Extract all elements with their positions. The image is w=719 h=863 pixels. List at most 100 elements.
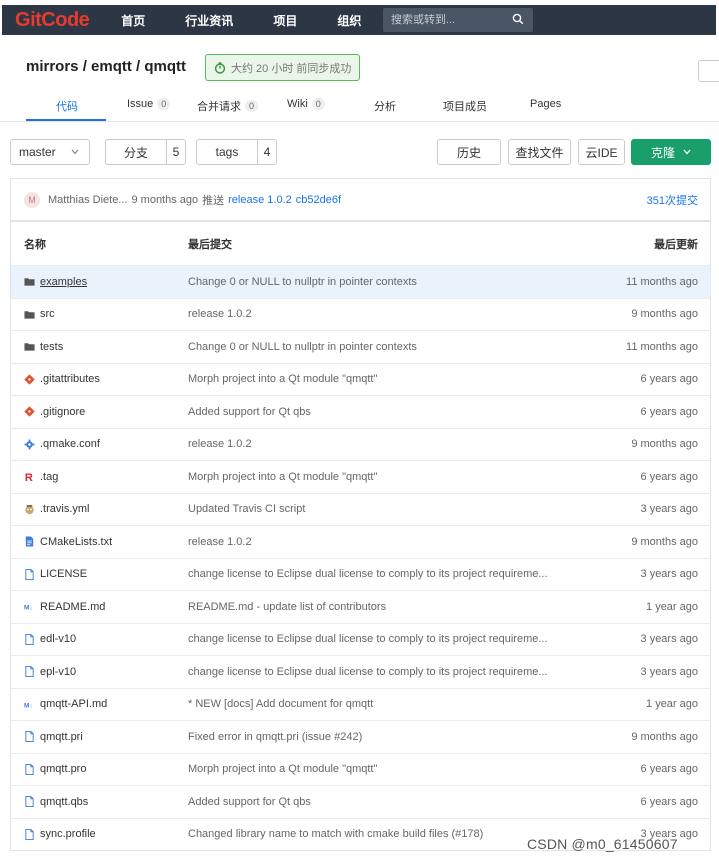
- commit-message[interactable]: Added support for Qt qbs: [188, 796, 311, 808]
- clone-button[interactable]: 克隆: [631, 139, 711, 165]
- commit-message[interactable]: Morph project into a Qt module "qmqtt": [188, 471, 377, 483]
- file-name-cell[interactable]: .travis.yml: [24, 503, 90, 515]
- commit-author[interactable]: Matthias Diete...: [48, 194, 127, 206]
- tab-code[interactable]: 代码: [56, 98, 78, 114]
- tab-pages[interactable]: Pages: [530, 98, 561, 110]
- commit-message[interactable]: Fixed error in qmqtt.pri (issue #242): [188, 731, 362, 743]
- tab-issue[interactable]: Issue 0: [127, 98, 171, 110]
- find-file-button[interactable]: 查找文件: [508, 139, 571, 165]
- branch-selector[interactable]: master: [10, 139, 90, 165]
- file-name[interactable]: .tag: [40, 471, 58, 483]
- file-name-cell[interactable]: .qmake.conf: [24, 438, 100, 450]
- commit-message[interactable]: change license to Eclipse dual license t…: [188, 633, 548, 645]
- file-name-cell[interactable]: M↓ README.md: [24, 601, 105, 613]
- table-row[interactable]: qmqtt.qbs Added support for Qt qbs 6 years…: [11, 785, 710, 818]
- file-name[interactable]: edl-v10: [40, 633, 76, 645]
- table-row[interactable]: .gitattributes Morph project into a Qt mo…: [11, 362, 710, 396]
- nav-item-orgs[interactable]: 组织: [337, 12, 361, 29]
- table-row[interactable]: M↓ README.md README.md - update list of co…: [11, 590, 710, 623]
- file-name-cell[interactable]: R .tag: [24, 471, 58, 485]
- file-name[interactable]: .qmake.conf: [40, 438, 100, 450]
- commit-message[interactable]: Change 0 or NULL to nullptr in pointer c…: [188, 276, 417, 288]
- table-row[interactable]: LICENSE change license to Eclipse dual li…: [11, 557, 710, 591]
- commit-message[interactable]: Updated Travis CI script: [188, 503, 305, 515]
- nav-item-news[interactable]: 行业资讯: [185, 12, 233, 29]
- table-row[interactable]: edl-v10 change license to Eclipse dual li…: [11, 622, 710, 656]
- notification-button[interactable]: [698, 60, 719, 82]
- avatar[interactable]: M: [24, 191, 40, 208]
- file-name-cell[interactable]: .gitattributes: [24, 373, 100, 385]
- tags-button[interactable]: tags 4: [196, 139, 277, 165]
- file-name-cell[interactable]: examples: [24, 276, 87, 288]
- file-name-cell[interactable]: LICENSE: [24, 568, 87, 580]
- commit-message[interactable]: release 1.0.2: [188, 536, 252, 548]
- table-row[interactable]: src release 1.0.2 9 months ago: [11, 297, 710, 331]
- tab-analytics[interactable]: 分析: [374, 98, 396, 114]
- nav-item-projects[interactable]: 项目: [273, 12, 297, 29]
- file-name-cell[interactable]: CMakeLists.txt: [24, 536, 112, 548]
- commit-message[interactable]: change license to Eclipse dual license t…: [188, 568, 548, 580]
- file-name-cell[interactable]: src: [24, 308, 55, 320]
- file-name-cell[interactable]: .gitignore: [24, 406, 85, 418]
- table-row[interactable]: M↓ qmqtt-API.md * NEW [docs] Add document …: [11, 687, 710, 721]
- file-name-cell[interactable]: sync.profile: [24, 828, 96, 840]
- file-name[interactable]: qmqtt.pro: [40, 763, 86, 775]
- commit-message[interactable]: Added support for Qt qbs: [188, 406, 311, 418]
- file-name[interactable]: .gitignore: [40, 406, 85, 418]
- history-button[interactable]: 历史: [437, 139, 501, 165]
- commit-message[interactable]: change license to Eclipse dual license t…: [188, 666, 548, 678]
- commit-message[interactable]: release 1.0.2: [188, 308, 252, 320]
- table-row[interactable]: tests Change 0 or NULL to nullptr in poin…: [11, 330, 710, 363]
- search-icon[interactable]: [512, 13, 524, 25]
- commit-message[interactable]: Changed library name to match with cmake…: [188, 828, 483, 840]
- tab-wiki[interactable]: Wiki 0: [287, 98, 325, 110]
- file-name[interactable]: LICENSE: [40, 568, 87, 580]
- file-name[interactable]: sync.profile: [40, 828, 96, 840]
- tab-members[interactable]: 项目成员: [443, 98, 487, 114]
- file-name[interactable]: qmqtt-API.md: [40, 698, 107, 710]
- cloud-ide-button[interactable]: 云IDE: [578, 139, 625, 165]
- file-name[interactable]: qmqtt.pri: [40, 731, 83, 743]
- file-name-cell[interactable]: M↓ qmqtt-API.md: [24, 698, 107, 710]
- commit-message[interactable]: Morph project into a Qt module "qmqtt": [188, 763, 377, 775]
- search-input[interactable]: [391, 14, 509, 26]
- file-name[interactable]: src: [40, 308, 55, 320]
- table-row[interactable]: R .tag Morph project into a Qt module "qmq…: [11, 460, 710, 493]
- commit-count-link[interactable]: 351次提交: [647, 192, 698, 208]
- table-row[interactable]: .travis.yml Updated Travis CI script 3 yea…: [11, 492, 710, 526]
- nav-item-home[interactable]: 首页: [121, 12, 145, 29]
- project-title[interactable]: mirrors / emqtt / qmqtt: [26, 58, 186, 75]
- commit-message[interactable]: * NEW [docs] Add document for qmqtt: [188, 698, 373, 710]
- commit-message[interactable]: README.md - update list of contributors: [188, 601, 386, 613]
- tab-merge-requests[interactable]: 合并请求 0: [197, 98, 259, 114]
- table-row[interactable]: .gitignore Added support for Qt qbs 6 year…: [11, 395, 710, 428]
- file-name[interactable]: CMakeLists.txt: [40, 536, 112, 548]
- commit-message[interactable]: Morph project into a Qt module "qmqtt": [188, 373, 377, 385]
- commit-message[interactable]: Change 0 or NULL to nullptr in pointer c…: [188, 341, 417, 353]
- commit-message[interactable]: release 1.0.2: [188, 438, 252, 450]
- file-name-cell[interactable]: qmqtt.pro: [24, 763, 86, 775]
- commit-sha-link[interactable]: cb52de6f: [296, 194, 341, 206]
- file-name[interactable]: qmqtt.qbs: [40, 796, 88, 808]
- table-row[interactable]: qmqtt.pri Fixed error in qmqtt.pri (issue…: [11, 720, 710, 753]
- file-name-cell[interactable]: qmqtt.pri: [24, 731, 83, 743]
- file-name[interactable]: .travis.yml: [40, 503, 90, 515]
- table-row[interactable]: .qmake.conf release 1.0.2 9 months ago: [11, 427, 710, 461]
- file-name[interactable]: README.md: [40, 601, 105, 613]
- file-name[interactable]: epl-v10: [40, 666, 76, 678]
- file-name[interactable]: .gitattributes: [40, 373, 100, 385]
- table-row[interactable]: epl-v10 change license to Eclipse dual li…: [11, 655, 710, 688]
- file-name-cell[interactable]: qmqtt.qbs: [24, 796, 88, 808]
- chevron-down-icon: [683, 149, 691, 155]
- file-name-cell[interactable]: tests: [24, 341, 63, 353]
- file-name[interactable]: examples: [40, 276, 87, 288]
- file-name-cell[interactable]: edl-v10: [24, 633, 76, 645]
- commit-message-link[interactable]: release 1.0.2: [228, 194, 292, 206]
- gitcode-logo[interactable]: G itCode: [15, 9, 90, 32]
- branches-button[interactable]: 分支 5: [105, 139, 186, 165]
- file-name-cell[interactable]: epl-v10: [24, 666, 76, 678]
- table-row[interactable]: qmqtt.pro Morph project into a Qt module …: [11, 752, 710, 786]
- table-row[interactable]: CMakeLists.txt release 1.0.2 9 months ago: [11, 525, 710, 558]
- file-name[interactable]: tests: [40, 341, 63, 353]
- table-row[interactable]: examples Change 0 or NULL to nullptr in p…: [11, 265, 710, 298]
